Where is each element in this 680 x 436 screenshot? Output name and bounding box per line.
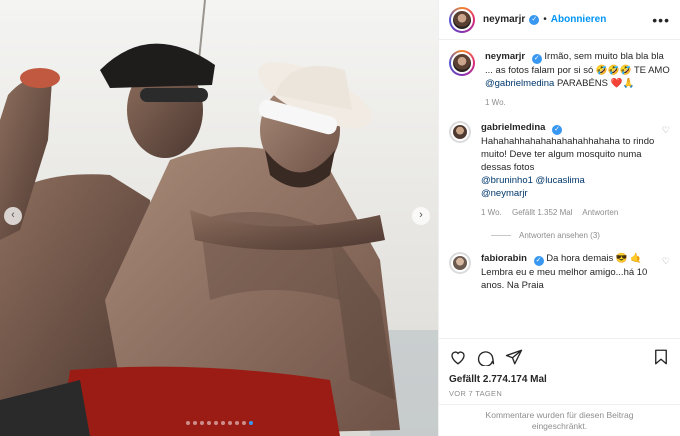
comment-username[interactable]: neymarjr	[485, 51, 525, 62]
comment: gabrielmedina ✓ Hahahahhahahahahahahhaha…	[449, 121, 670, 219]
carousel-dot	[192, 421, 197, 425]
carousel-dot	[227, 421, 232, 425]
avatar[interactable]	[449, 121, 471, 143]
comment-time[interactable]: 1 Wo.	[485, 98, 506, 107]
comment-icon[interactable]	[477, 348, 495, 366]
comment-username[interactable]: fabiorabin	[481, 253, 527, 264]
instagram-post: ‹ › neymarjr ✓ • Abonnieren ••• neymarjr…	[0, 0, 680, 436]
comment-mention[interactable]: @neymarjr	[481, 188, 528, 199]
likes-count[interactable]: Gefällt 2.774.174 Mal	[439, 374, 680, 385]
view-replies-label: Antworten ansehen (3)	[519, 231, 600, 240]
caption: neymarjr ✓ Irmão, sem muito bla bla bla …	[449, 50, 670, 109]
post-timestamp[interactable]: VOR 7 TAGEN	[439, 385, 680, 404]
photo-illustration	[0, 0, 438, 436]
comments-list[interactable]: neymarjr ✓ Irmão, sem muito bla bla bla …	[439, 40, 680, 338]
carousel-dot	[206, 421, 211, 425]
divider	[491, 235, 511, 236]
carousel-indicator	[0, 417, 438, 428]
verified-badge-icon: ✓	[531, 54, 542, 64]
comment-mention[interactable]: @bruninho1	[481, 175, 533, 186]
reply-button[interactable]: Antworten	[582, 208, 618, 217]
carousel-dot	[199, 421, 204, 425]
chevron-left-icon: ‹	[11, 209, 15, 221]
carousel-dot	[234, 421, 239, 425]
comment-mention[interactable]: @gabrielmedina	[485, 78, 554, 89]
avatar[interactable]	[449, 252, 471, 274]
follow-button[interactable]: Abonnieren	[551, 14, 607, 25]
view-replies-button[interactable]: Antworten ansehen (3)	[491, 231, 670, 240]
post-header: neymarjr ✓ • Abonnieren •••	[439, 0, 680, 40]
carousel-dot	[185, 421, 190, 425]
verified-badge-icon: ✓	[529, 14, 540, 25]
action-bar	[439, 338, 680, 374]
comment: fabiorabin ✓ Da hora demais 😎 🤙 Lembra e…	[449, 252, 670, 292]
heart-icon[interactable]	[449, 348, 467, 366]
carousel-dot	[241, 421, 246, 425]
comment-text-tail: PARABÉNS ❤️🙏	[554, 78, 635, 89]
post-sidebar: neymarjr ✓ • Abonnieren ••• neymarjr ✓ I…	[438, 0, 680, 436]
comment-time[interactable]: 1 Wo.	[481, 208, 502, 217]
carousel-dot	[248, 421, 253, 425]
avatar[interactable]	[449, 50, 475, 76]
comment-like-heart-icon[interactable]: ♡	[658, 256, 670, 292]
verified-badge-icon: ✓	[533, 256, 544, 266]
comment-mention[interactable]: @lucaslima	[536, 175, 585, 186]
share-icon[interactable]	[505, 348, 523, 366]
verified-badge-icon: ✓	[552, 125, 563, 135]
bookmark-icon[interactable]	[652, 348, 670, 366]
carousel-dot	[220, 421, 225, 425]
comment-like-heart-icon[interactable]: ♡	[658, 125, 670, 219]
comment-likes[interactable]: Gefällt 1.352 Mal	[512, 208, 572, 217]
more-options-icon[interactable]: •••	[652, 12, 670, 28]
comment-text: Hahahahhahahahahahahhahaha to rindo muit…	[481, 136, 655, 173]
post-photo[interactable]: ‹ ›	[0, 0, 438, 436]
chevron-right-icon: ›	[419, 209, 423, 221]
comments-restricted-notice: Kommentare wurden für diesen Beitrag ein…	[439, 404, 680, 436]
comment-username[interactable]: gabrielmedina	[481, 122, 545, 133]
avatar[interactable]	[449, 6, 475, 33]
carousel-next-button[interactable]: ›	[412, 207, 430, 225]
carousel-dot	[213, 421, 218, 425]
header-username[interactable]: neymarjr	[483, 14, 525, 25]
header-separator: •	[543, 14, 547, 25]
carousel-prev-button[interactable]: ‹	[4, 207, 22, 225]
